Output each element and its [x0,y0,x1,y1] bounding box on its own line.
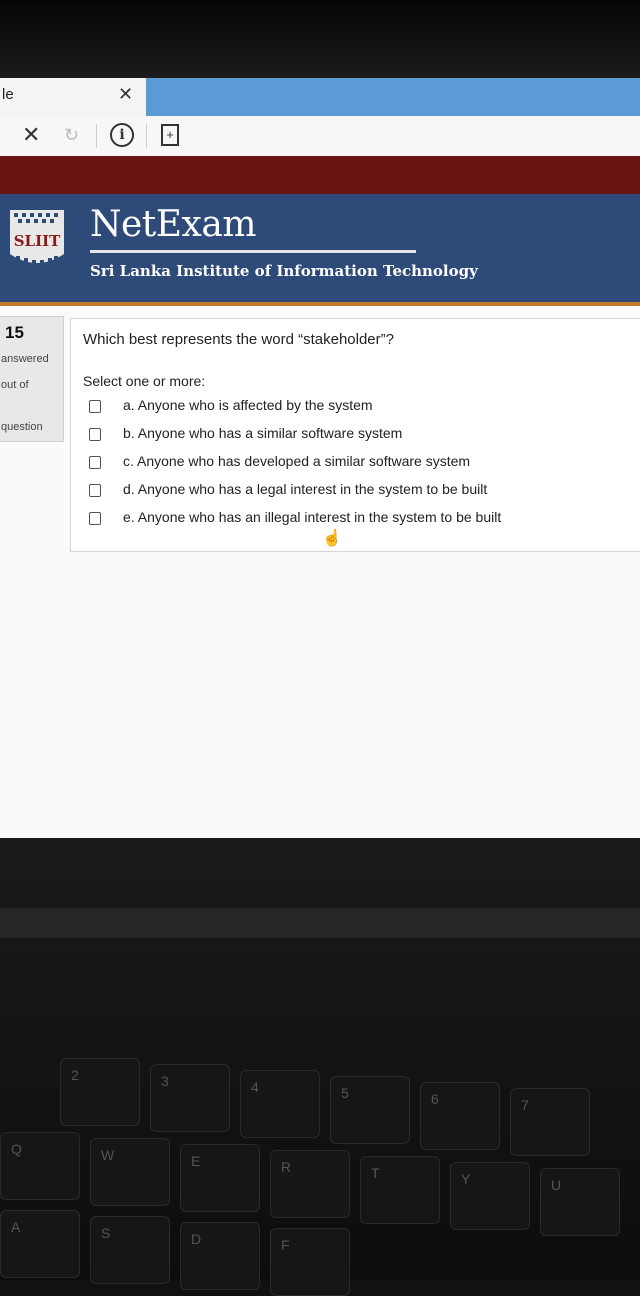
key-label: Q [11,1141,22,1157]
option-label: e. Anyone who has an illegal interest in… [123,509,502,525]
hand-cursor-icon: ☝ [322,530,342,547]
key-label: U [551,1177,562,1193]
option-label: d. Anyone who has a legal interest in th… [123,481,488,497]
question-grade: out of [1,379,29,391]
answer-option-d[interactable]: d. Anyone who has a legal interest in th… [89,481,609,503]
keyboard-key: 2 [60,1058,140,1126]
brand-title: NetExam [90,204,256,245]
keyboard-key: E [180,1144,260,1212]
brand-divider [90,250,416,253]
key-label: W [101,1147,115,1163]
tab-close-icon[interactable]: ✕ [118,84,133,105]
laptop-keyboard-area: 2 3 4 5 6 7 Q W E R T Y U A S D F [0,838,640,1296]
keyboard-key: T [360,1156,440,1224]
checkbox[interactable] [89,428,101,441]
checkbox[interactable] [89,456,101,469]
checkbox[interactable] [89,484,101,497]
browser-tab-bar: le ✕ [0,78,640,116]
key-label: 5 [341,1085,349,1101]
keyboard-key: 3 [150,1064,230,1132]
answer-option-e[interactable]: e. Anyone who has an illegal interest in… [89,509,609,531]
key-label: Y [461,1171,471,1187]
keyboard-key: 4 [240,1070,320,1138]
option-label: c. Anyone who has developed a similar so… [123,453,471,469]
question-text: Which best represents the word “stakehol… [83,331,394,348]
brand-subtitle: Sri Lanka Institute of Information Techn… [90,262,478,280]
laptop-bezel [0,0,640,80]
site-header: SLIIT NetExam Sri Lanka Institute of Inf… [0,194,640,304]
tab-strip-background [146,78,640,116]
keyboard-key: U [540,1168,620,1236]
key-label: R [281,1159,292,1175]
info-icon[interactable]: i [110,123,134,147]
stop-icon[interactable]: ✕ [22,122,40,148]
browser-tab[interactable]: le ✕ [0,78,146,116]
key-label: 4 [251,1079,259,1095]
answer-option-c[interactable]: c. Anyone who has developed a similar so… [89,453,609,475]
select-prompt: Select one or more: [83,373,206,389]
key-label: 2 [71,1067,79,1083]
laptop-hinge [0,908,640,938]
sliit-logo: SLIIT [10,210,64,264]
page-action-icon[interactable]: + [161,124,179,146]
question-box: Which best represents the word “stakehol… [70,318,640,552]
keyboard-key: R [270,1150,350,1218]
keyboard-key: 5 [330,1076,410,1144]
logo-text: SLIIT [14,232,61,250]
keyboard-key: Q [0,1132,80,1200]
option-label: b. Anyone who has a similar software sys… [123,425,403,441]
keyboard-key: W [90,1138,170,1206]
reload-icon[interactable]: ↻ [64,125,79,146]
screen: le ✕ ✕ ↻ i + SLIIT NetExam Sri Lanka Ins… [0,78,640,838]
question-info-box: 15 answered out of question [0,316,64,442]
address-bar: ✕ ↻ i + [0,116,640,157]
key-label: F [281,1237,290,1253]
flag-question-link[interactable]: question [1,421,43,433]
divider [96,124,97,148]
question-number: 15 [5,323,24,342]
key-label: 3 [161,1073,169,1089]
key-label: T [371,1165,380,1181]
key-label: A [11,1219,21,1235]
key-label: 6 [431,1091,439,1107]
checkbox[interactable] [89,512,101,525]
quiz-content: 15 answered out of question Which best r… [0,306,640,838]
keyboard-key: F [270,1228,350,1296]
answer-option-a[interactable]: a. Anyone who is affected by the system [89,397,609,419]
key-label: S [101,1225,111,1241]
keyboard-key: S [90,1216,170,1284]
answer-option-b[interactable]: b. Anyone who has a similar software sys… [89,425,609,447]
tab-title: le [2,86,14,103]
top-red-bar [0,156,640,194]
key-label: E [191,1153,201,1169]
keyboard-key: 7 [510,1088,590,1156]
option-label: a. Anyone who is affected by the system [123,397,373,413]
key-label: 7 [521,1097,529,1113]
question-state: answered [1,353,49,365]
keyboard-key: Y [450,1162,530,1230]
divider [146,124,147,148]
keyboard-key: A [0,1210,80,1278]
key-label: D [191,1231,202,1247]
keyboard-key: 6 [420,1082,500,1150]
checkbox[interactable] [89,400,101,413]
